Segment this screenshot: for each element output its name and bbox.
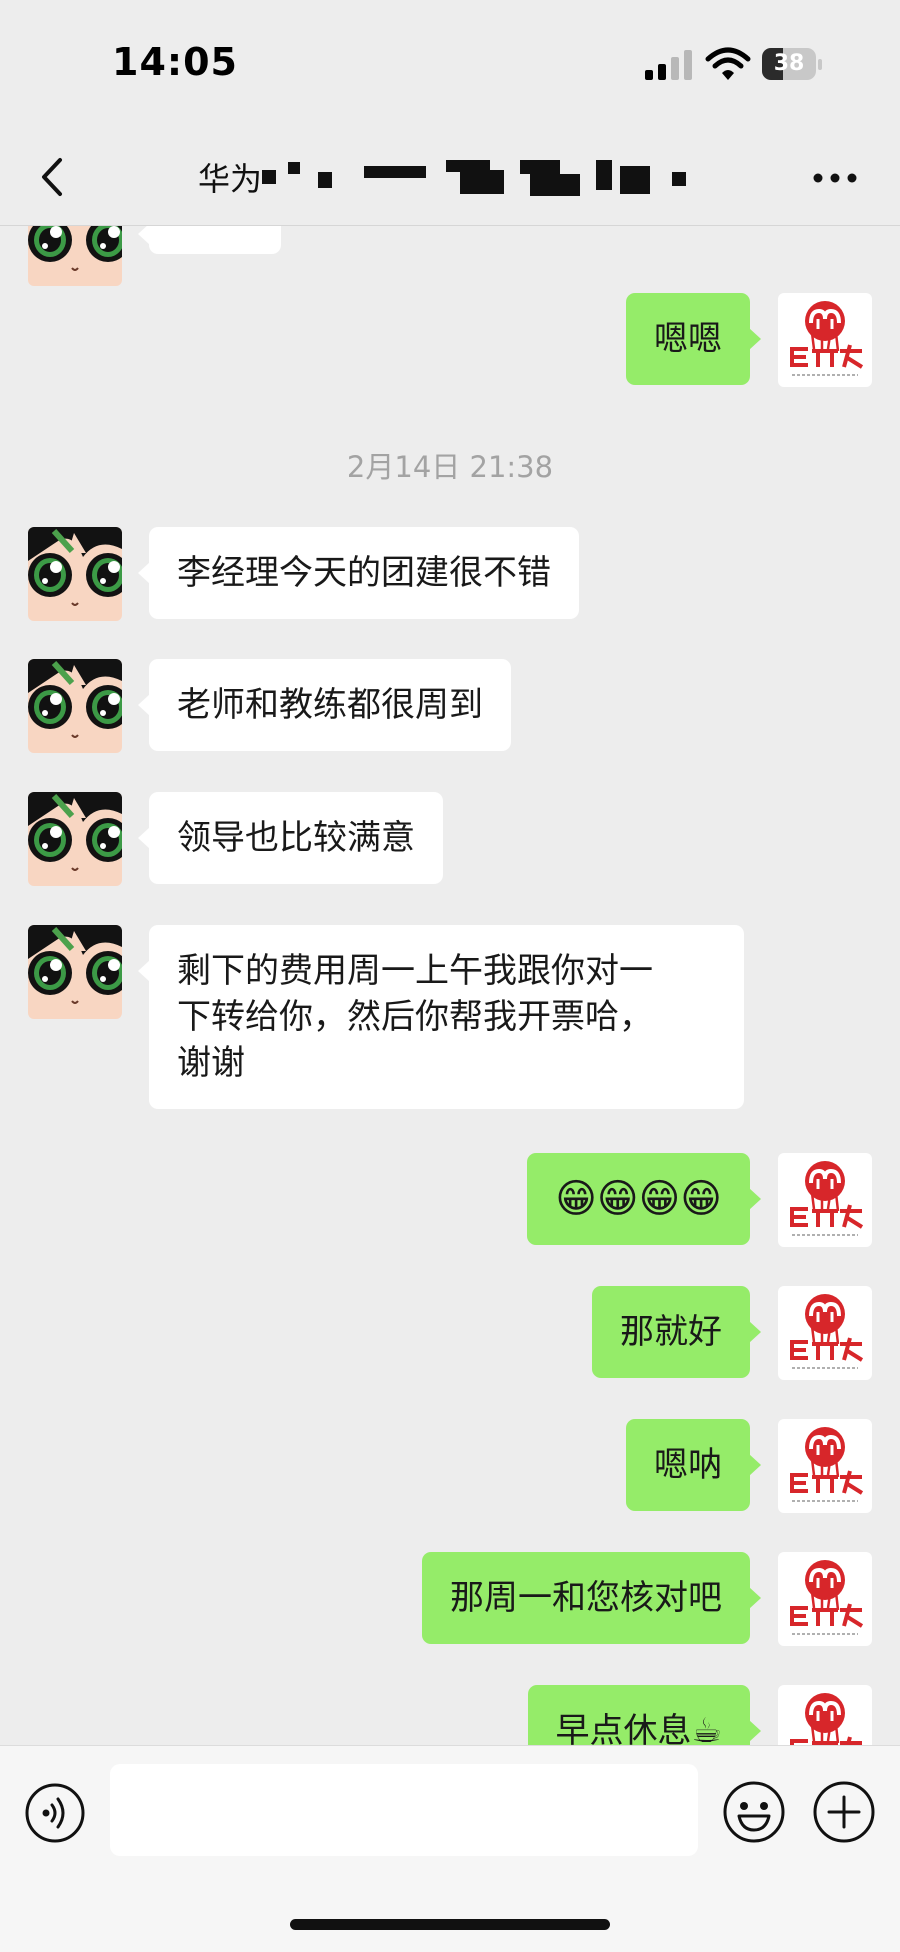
contact-avatar[interactable]	[28, 925, 122, 1019]
self-avatar[interactable]	[778, 1552, 872, 1646]
wifi-icon	[705, 47, 751, 80]
contact-avatar[interactable]	[28, 792, 122, 886]
message-bubble-outgoing[interactable]: 那周一和您核对吧	[422, 1552, 761, 1644]
message-bubble-incoming[interactable]: 李经理今天的团建很不错	[138, 527, 579, 619]
contact-avatar[interactable]	[28, 527, 122, 621]
message-bubble-outgoing[interactable]: 早点休息☕	[527, 1685, 762, 1745]
home-indicator	[290, 1919, 610, 1930]
chat-nav-bar: 华为	[0, 130, 900, 226]
battery-icon: 38	[762, 48, 824, 82]
chat-title: 华为	[198, 160, 263, 198]
status-bar: 14:05 38	[0, 0, 900, 130]
battery-level: 38	[773, 51, 805, 76]
contact-avatar[interactable]	[28, 659, 122, 753]
more-actions-plus-button[interactable]	[812, 1780, 876, 1844]
more-options-button[interactable]	[810, 160, 860, 196]
message-input[interactable]	[110, 1764, 698, 1856]
back-button[interactable]	[30, 152, 80, 202]
self-avatar[interactable]	[778, 1685, 872, 1745]
status-time: 14:05	[112, 40, 238, 84]
message-bubble-outgoing[interactable]: 嗯呐	[626, 1419, 761, 1511]
self-avatar[interactable]	[778, 1419, 872, 1513]
self-avatar[interactable]	[778, 1286, 872, 1380]
message-bubble-incoming[interactable]: 剩下的费用周一上午我跟你对一 下转给你，然后你帮我开票哈， 谢谢	[138, 925, 744, 1109]
message-bubble-incoming[interactable]: 老师和教练都很周到	[138, 659, 511, 751]
chat-timestamp: 2月14日 21:38	[346, 450, 554, 484]
self-avatar[interactable]	[778, 1153, 872, 1247]
message-bubble-outgoing[interactable]: 嗯嗯	[626, 293, 761, 385]
message-bubble-outgoing[interactable]: 😁😁😁😁	[527, 1153, 761, 1245]
voice-input-button[interactable]	[24, 1782, 86, 1844]
message-bubble-outgoing[interactable]: 那就好	[592, 1286, 761, 1378]
message-list[interactable]: 嗯嗯 2月14日 21:38 李经理今天的团建很不错 老师和教练都很周到 领导也…	[0, 130, 900, 1745]
message-bubble-incoming[interactable]: 领导也比较满意	[138, 792, 443, 884]
emoji-button[interactable]	[722, 1780, 786, 1844]
chat-input-bar	[0, 1745, 900, 1952]
cellular-signal-icon	[645, 50, 692, 80]
self-avatar[interactable]	[778, 293, 872, 387]
